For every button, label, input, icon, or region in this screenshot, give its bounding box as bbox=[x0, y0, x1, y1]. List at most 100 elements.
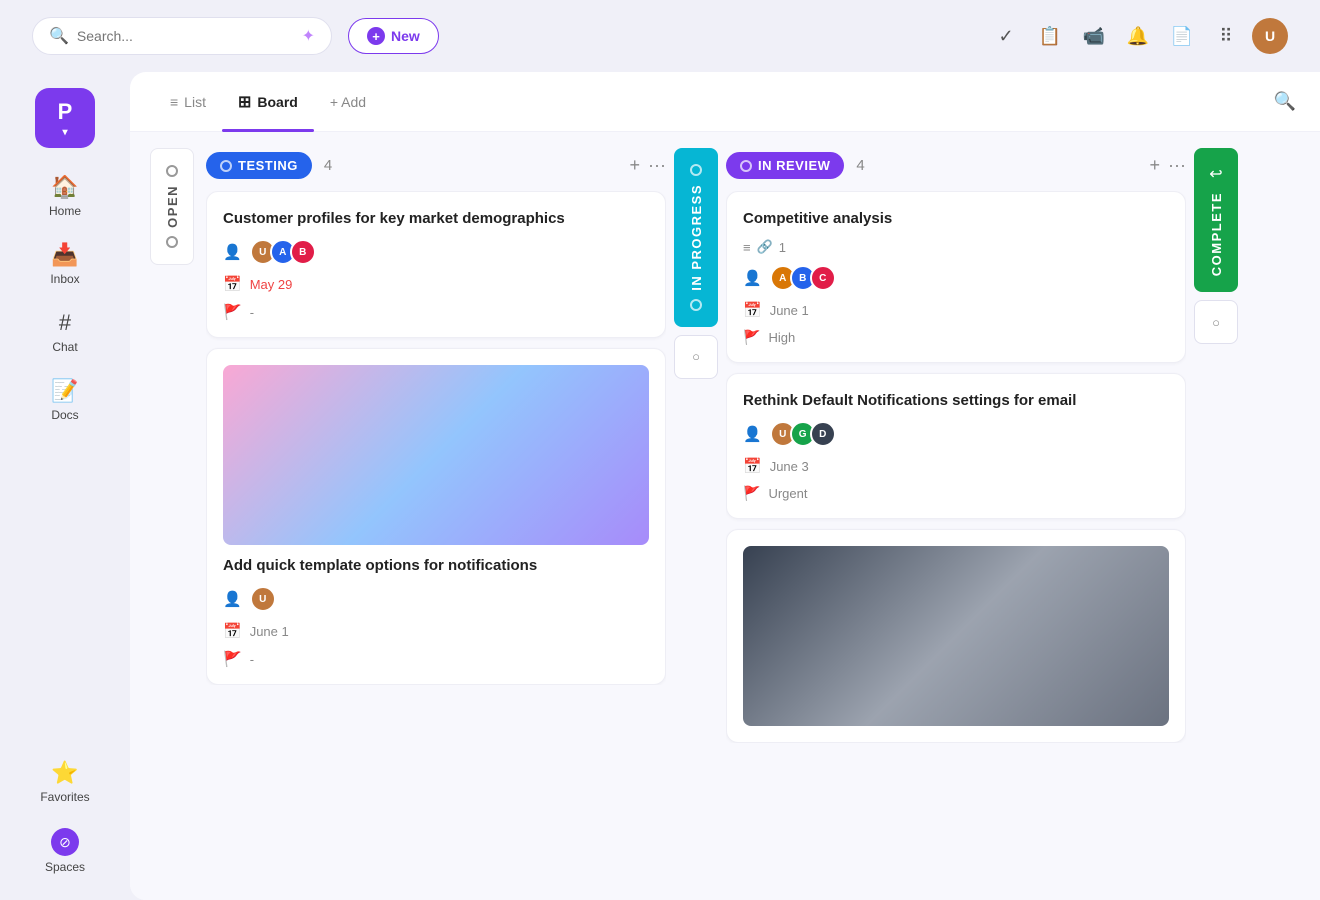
new-button[interactable]: + New bbox=[348, 18, 439, 54]
flag-icon-2: 🚩 bbox=[223, 650, 242, 668]
tab-board-label: Board bbox=[257, 94, 297, 110]
complete-header[interactable]: ↩ COMPLETE bbox=[1194, 148, 1238, 292]
in-review-more-btn[interactable]: ··· bbox=[1168, 155, 1186, 176]
sidebar-item-docs-label: Docs bbox=[51, 408, 78, 422]
card-notifications-settings[interactable]: Rethink Default Notifications settings f… bbox=[726, 373, 1186, 519]
search-icon-right[interactable]: 🔍 bbox=[1274, 91, 1296, 112]
grid-icon[interactable]: ⠿ bbox=[1208, 18, 1244, 54]
card-customer-profiles[interactable]: Customer profiles for key market demogra… bbox=[206, 191, 666, 338]
complete-count: ○ bbox=[1194, 300, 1238, 344]
search-bar[interactable]: 🔍 ✦ bbox=[32, 17, 332, 55]
sidebar-item-chat[interactable]: # Chat bbox=[0, 300, 130, 364]
card-date-2: June 1 bbox=[250, 624, 289, 639]
avatar-1c: B bbox=[290, 239, 316, 265]
card-date-1: May 29 bbox=[250, 277, 293, 292]
testing-dot bbox=[220, 160, 232, 172]
home-icon: 🏠 bbox=[51, 174, 78, 200]
testing-count: 4 bbox=[324, 157, 332, 174]
in-review-actions: + ··· bbox=[1150, 155, 1187, 176]
open-collapsed-label[interactable]: OPEN bbox=[150, 148, 194, 265]
sidebar-item-favorites[interactable]: ⭐ Favorites bbox=[0, 750, 130, 814]
card-image-5 bbox=[743, 546, 1169, 726]
testing-badge: TESTING bbox=[206, 152, 312, 179]
card-image-gradient bbox=[223, 365, 649, 545]
card-meta-assignee-4: 👤 U G D bbox=[743, 421, 1169, 447]
complete-arrow-icon: ↩ bbox=[1209, 164, 1222, 184]
testing-more-btn[interactable]: ··· bbox=[648, 155, 666, 176]
sidebar-item-spaces[interactable]: ⊘ Spaces bbox=[0, 818, 130, 884]
column-in-review: IN REVIEW 4 + ··· Competitive analysis ≡ bbox=[726, 148, 1186, 884]
card-meta-date-1: 📅 May 29 bbox=[223, 275, 649, 293]
bell-icon[interactable]: 🔔 bbox=[1120, 18, 1156, 54]
flag-icon-4: 🚩 bbox=[743, 485, 760, 502]
clipboard-icon[interactable]: 📋 bbox=[1032, 18, 1068, 54]
hash-icon: # bbox=[59, 310, 71, 336]
tab-board[interactable]: ⊞ Board bbox=[222, 84, 314, 120]
card-priority-4: Urgent bbox=[768, 486, 807, 501]
card-meta-assignee-3: 👤 A B C bbox=[743, 265, 1169, 291]
card-avatars-4: U G D bbox=[770, 421, 836, 447]
card-image-dark bbox=[743, 546, 1169, 726]
testing-add-btn[interactable]: + bbox=[630, 155, 641, 176]
calendar-icon-1: 📅 bbox=[223, 275, 242, 293]
open-dot-bottom bbox=[166, 236, 178, 248]
card-title-2: Add quick template options for notificat… bbox=[223, 555, 649, 576]
column-in-progress: IN PROGRESS ○ bbox=[674, 148, 718, 884]
card-quick-template[interactable]: Add quick template options for notificat… bbox=[206, 348, 666, 685]
avatar-2a: U bbox=[250, 586, 276, 612]
card-meta-date-3: 📅 June 1 bbox=[743, 301, 1169, 319]
open-dot-top bbox=[166, 165, 178, 177]
spaces-icon: ⊘ bbox=[51, 828, 79, 856]
sidebar-item-spaces-label: Spaces bbox=[45, 860, 85, 874]
sidebar-item-inbox[interactable]: 📥 Inbox bbox=[0, 232, 130, 296]
card-date-4: June 3 bbox=[770, 459, 809, 474]
testing-column-header: TESTING 4 + ··· bbox=[206, 148, 666, 183]
search-input[interactable] bbox=[77, 28, 294, 44]
person-icon: 👤 bbox=[223, 243, 242, 261]
sparkle-icon: ✦ bbox=[302, 26, 315, 46]
sidebar-item-home[interactable]: 🏠 Home bbox=[0, 164, 130, 228]
doc-icon[interactable]: 📄 bbox=[1164, 18, 1200, 54]
sidebar-item-chat-label: Chat bbox=[52, 340, 77, 354]
workspace-button[interactable]: P ▾ bbox=[35, 88, 95, 148]
card-meta-assignee-1: 👤 U A B bbox=[223, 239, 649, 265]
avatar[interactable]: U bbox=[1252, 18, 1288, 54]
sidebar-item-inbox-label: Inbox bbox=[50, 272, 79, 286]
progress-dot-top bbox=[690, 164, 702, 176]
tab-list[interactable]: ≡ List bbox=[154, 86, 222, 118]
in-review-add-btn[interactable]: + bbox=[1150, 155, 1161, 176]
in-review-label: IN REVIEW bbox=[758, 158, 830, 173]
plus-circle-icon: + bbox=[367, 27, 385, 45]
video-icon[interactable]: 📹 bbox=[1076, 18, 1112, 54]
card-meta-priority-4: 🚩 Urgent bbox=[743, 485, 1169, 502]
testing-label: TESTING bbox=[238, 158, 298, 173]
calendar-icon-4: 📅 bbox=[743, 457, 762, 475]
in-review-column-header: IN REVIEW 4 + ··· bbox=[726, 148, 1186, 183]
new-button-label: New bbox=[391, 28, 420, 44]
list-icon-3: ≡ bbox=[743, 240, 751, 255]
card-priority-2: - bbox=[250, 652, 254, 667]
board-area: OPEN TESTING 4 + ··· bbox=[130, 132, 1320, 900]
card-title-3: Competitive analysis bbox=[743, 208, 1169, 229]
person-icon-2: 👤 bbox=[223, 590, 242, 608]
in-progress-header[interactable]: IN PROGRESS bbox=[674, 148, 718, 327]
card-meta-date-4: 📅 June 3 bbox=[743, 457, 1169, 475]
person-icon-4: 👤 bbox=[743, 425, 762, 443]
tab-add[interactable]: + Add bbox=[314, 86, 382, 118]
topbar-icons: ✓ 📋 📹 🔔 📄 ⠿ U bbox=[988, 18, 1288, 54]
card-competitive-analysis[interactable]: Competitive analysis ≡ 🔗 1 👤 A B C bbox=[726, 191, 1186, 363]
docs-icon: 📝 bbox=[51, 378, 78, 404]
testing-cards: Customer profiles for key market demogra… bbox=[206, 191, 666, 685]
attach-count-3: 1 bbox=[779, 240, 786, 255]
chevron-down-icon: ▾ bbox=[62, 127, 67, 138]
sidebar-item-docs[interactable]: 📝 Docs bbox=[0, 368, 130, 432]
view-tabs: ≡ List ⊞ Board + Add 🔍 bbox=[130, 72, 1320, 132]
card-avatars-3: A B C bbox=[770, 265, 836, 291]
attach-icon-3: 🔗 bbox=[757, 239, 773, 255]
check-circle-icon[interactable]: ✓ bbox=[988, 18, 1024, 54]
flag-icon-1: 🚩 bbox=[223, 303, 242, 321]
calendar-icon-2: 📅 bbox=[223, 622, 242, 640]
workspace-label: P bbox=[58, 99, 73, 125]
card-meta-priority-1: 🚩 - bbox=[223, 303, 649, 321]
card-image-only[interactable] bbox=[726, 529, 1186, 743]
